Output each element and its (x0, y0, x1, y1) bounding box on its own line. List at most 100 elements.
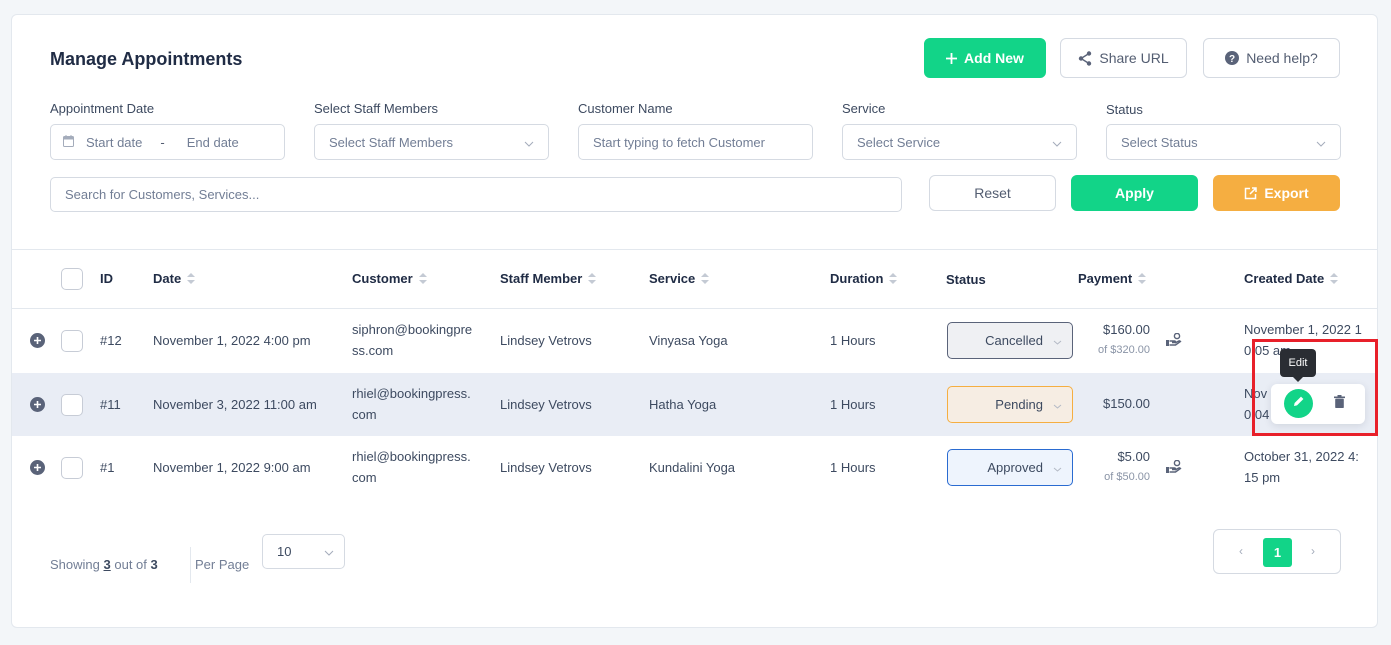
row-duration: 1 Hours (830, 460, 876, 475)
row-checkbox[interactable] (61, 330, 83, 352)
apply-button[interactable]: Apply (1071, 175, 1198, 211)
customer-filter-label: Customer Name (578, 101, 673, 116)
row-customer: rhiel@bookingpress. com (352, 449, 471, 485)
edit-tooltip: Edit (1280, 349, 1316, 382)
date-range-picker[interactable]: Start date - End date (50, 124, 285, 160)
row-status-select[interactable]: Pending (947, 386, 1073, 423)
calendar-icon (63, 134, 74, 150)
status-select[interactable]: Select Status (1106, 124, 1341, 160)
sort-icon[interactable] (187, 273, 196, 284)
staff-filter-label: Select Staff Members (314, 101, 439, 116)
sort-icon[interactable] (1330, 273, 1339, 284)
row-created-date: October 31, 2022 4: 15 pm (1244, 449, 1359, 485)
staff-select[interactable]: Select Staff Members (314, 124, 549, 160)
end-date-input[interactable]: End date (187, 135, 239, 150)
sort-icon[interactable] (418, 273, 427, 284)
page-title: Manage Appointments (50, 49, 243, 69)
column-header-staff[interactable]: Staff Member (500, 271, 597, 286)
search-input[interactable]: Search for Customers, Services... (50, 177, 902, 212)
chevron-down-icon (1053, 333, 1062, 348)
table-row[interactable]: #12 November 1, 2022 4:00 pm siphron@boo… (12, 309, 1377, 372)
start-date-input[interactable]: Start date (86, 135, 142, 150)
chevron-down-icon (524, 135, 534, 150)
pagination: ‹ 1 › (1213, 529, 1341, 574)
customer-name-input[interactable]: Start typing to fetch Customer (578, 124, 813, 160)
date-separator: - (160, 134, 165, 150)
row-customer: rhiel@bookingpress. com (352, 386, 471, 422)
row-payment: $160.00 of $320.00 (1098, 322, 1150, 356)
section-divider (12, 249, 1377, 250)
sort-icon[interactable] (701, 273, 710, 284)
row-id: #1 (100, 460, 115, 475)
external-link-icon (1244, 186, 1258, 200)
row-created-date: Nov 0:04 (1244, 386, 1270, 422)
row-id: #12 (100, 333, 122, 348)
column-header-duration[interactable]: Duration (830, 271, 898, 286)
row-service: Vinyasa Yoga (649, 333, 728, 348)
row-staff: Lindsey Vetrovs (500, 460, 592, 475)
export-button[interactable]: Export (1213, 175, 1340, 211)
pencil-icon (1292, 395, 1305, 413)
expand-row-icon[interactable] (30, 333, 45, 348)
column-header-date[interactable]: Date (153, 271, 196, 286)
chevron-down-icon (324, 544, 334, 559)
reset-button[interactable]: Reset (929, 175, 1056, 211)
status-filter-label: Status (1106, 102, 1143, 117)
row-id: #11 (100, 397, 121, 412)
page-button-current[interactable]: 1 (1263, 538, 1292, 567)
delete-button[interactable] (1329, 394, 1349, 414)
service-filter-label: Service (842, 101, 886, 116)
row-service: Hatha Yoga (649, 397, 717, 412)
row-action-popup (1271, 384, 1365, 424)
column-header-service[interactable]: Service (649, 271, 710, 286)
row-duration: 1 Hours (830, 333, 876, 348)
row-staff: Lindsey Vetrovs (500, 397, 592, 412)
row-date: November 1, 2022 9:00 am (153, 460, 311, 475)
footer-divider (190, 547, 191, 583)
share-url-button[interactable]: Share URL (1060, 38, 1187, 78)
row-checkbox[interactable] (61, 394, 83, 416)
sort-icon[interactable] (889, 273, 898, 284)
refund-hand-coin-icon[interactable] (1166, 459, 1182, 479)
row-payment: $150.00 (1103, 396, 1150, 411)
column-header-created-date[interactable]: Created Date (1244, 271, 1339, 286)
chevron-down-icon (1053, 397, 1062, 412)
refund-hand-coin-icon[interactable] (1166, 332, 1182, 352)
sort-icon[interactable] (1138, 273, 1147, 284)
chevron-down-icon (1053, 460, 1062, 475)
svg-text:?: ? (1229, 54, 1235, 65)
per-page-label: Per Page (195, 557, 250, 572)
row-payment: $5.00 of $50.00 (1104, 449, 1150, 483)
row-duration: 1 Hours (830, 397, 876, 412)
column-header-payment[interactable]: Payment (1078, 271, 1147, 286)
chevron-down-icon (1052, 135, 1062, 150)
add-new-button[interactable]: Add New (924, 38, 1046, 78)
per-page-select[interactable]: 10 (262, 534, 345, 569)
need-help-button[interactable]: ? Need help? (1203, 38, 1340, 78)
select-all-checkbox[interactable] (61, 268, 83, 290)
edit-button[interactable] (1284, 389, 1313, 418)
column-header-customer[interactable]: Customer (352, 271, 427, 286)
previous-page-button[interactable]: ‹ (1239, 544, 1243, 558)
row-date: November 3, 2022 11:00 am (153, 397, 317, 412)
service-select[interactable]: Select Service (842, 124, 1077, 160)
row-date: November 1, 2022 4:00 pm (153, 333, 311, 348)
row-customer: siphron@bookingpre ss.com (352, 322, 473, 358)
row-staff: Lindsey Vetrovs (500, 333, 592, 348)
expand-row-icon[interactable] (30, 460, 45, 475)
column-header-id: ID (100, 271, 113, 286)
chevron-down-icon (1316, 135, 1326, 150)
showing-count: Showing 3 out of 3 (50, 557, 158, 572)
row-status-select[interactable]: Cancelled (947, 322, 1073, 359)
table-row[interactable]: #11 November 3, 2022 11:00 am rhiel@book… (12, 373, 1377, 436)
next-page-button[interactable]: › (1311, 544, 1315, 558)
table-row[interactable]: #1 November 1, 2022 9:00 am rhiel@bookin… (12, 436, 1377, 499)
row-status-select[interactable]: Approved (947, 449, 1073, 486)
expand-row-icon[interactable] (30, 397, 45, 412)
question-icon: ? (1225, 51, 1240, 65)
sort-icon[interactable] (588, 273, 597, 284)
appointment-date-label: Appointment Date (50, 101, 155, 116)
row-checkbox[interactable] (61, 457, 83, 479)
share-icon (1078, 50, 1092, 66)
trash-icon (1333, 395, 1345, 413)
